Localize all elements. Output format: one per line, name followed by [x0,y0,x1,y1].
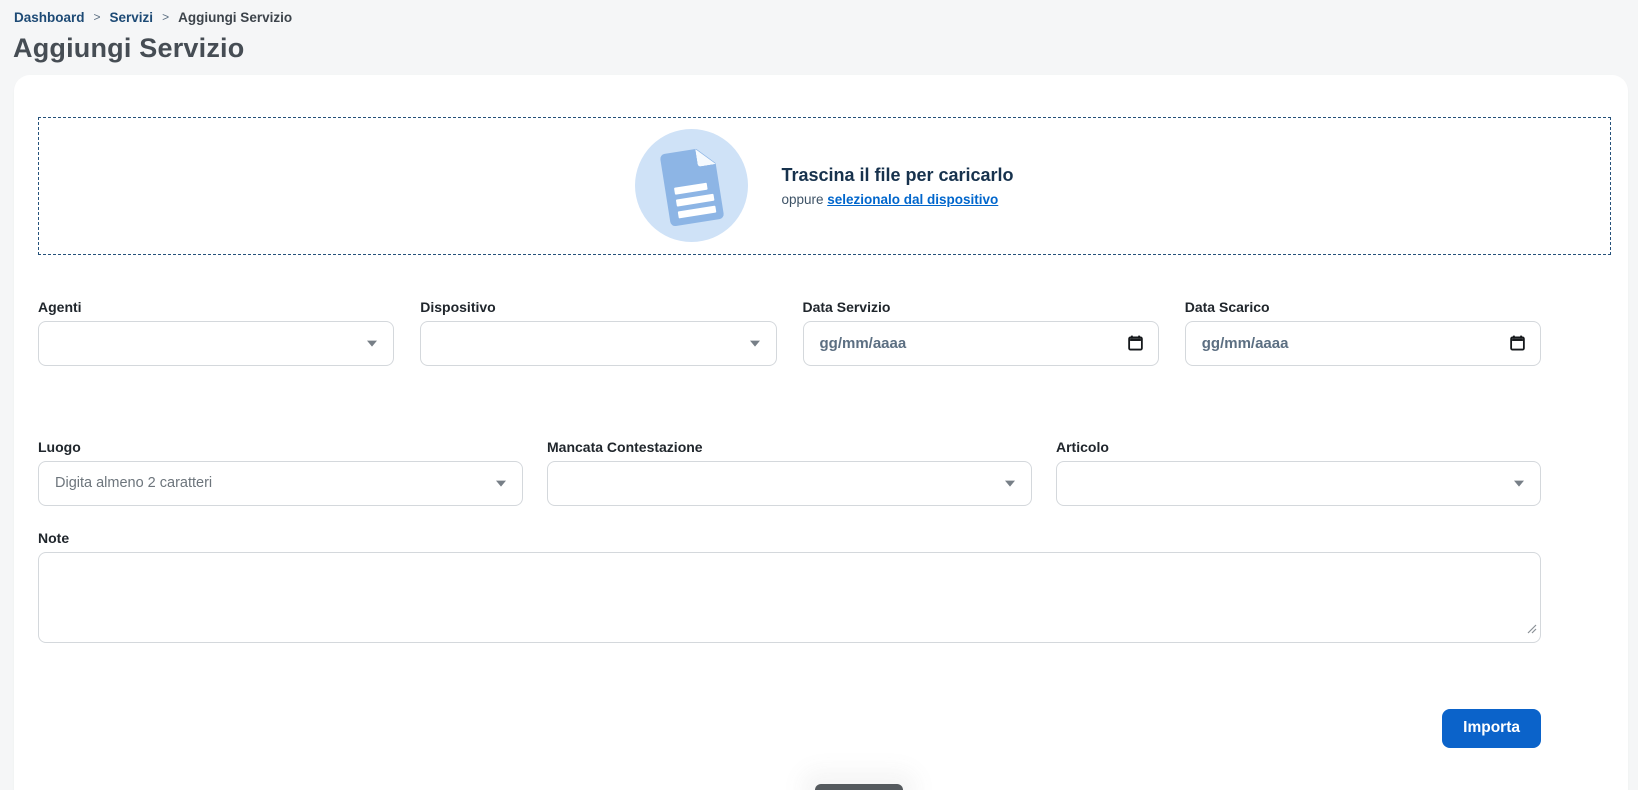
dropzone-title: Trascina il file per caricarlo [781,164,1014,185]
luogo-label: Luogo [38,438,81,455]
dispositivo-select[interactable] [420,320,777,366]
field-agenti: Agenti [38,298,395,366]
agenti-select[interactable] [38,320,395,366]
calendar-icon[interactable] [1509,335,1526,352]
data-servizio-placeholder: gg/mm/aaaa [819,334,907,352]
field-mancata-contestazione: Mancata Contestazione [547,439,1032,506]
chevron-down-icon [749,340,760,347]
data-scarico-input[interactable]: gg/mm/aaaa [1184,320,1541,366]
note-label: Note [38,529,70,546]
form-actions: Importa [38,708,1541,748]
dropzone-subtitle: oppure selezionalo dal dispositivo [781,192,1013,207]
data-servizio-label: Data Servizio [802,298,891,315]
field-luogo: Luogo Digita almeno 2 caratteri [38,439,523,506]
form-area: Agenti Dispositivo Data Servizio gg/mm/a… [38,299,1541,748]
breadcrumb-separator: > [93,9,101,24]
bottom-overlay-pill [815,784,903,790]
chevron-down-icon [367,340,378,347]
articolo-select[interactable] [1056,460,1541,506]
breadcrumb: Dashboard > Servizi > Aggiungi Servizio [0,0,1638,26]
field-data-servizio: Data Servizio gg/mm/aaaa [802,298,1159,366]
data-scarico-label: Data Scarico [1184,298,1270,315]
chevron-down-icon [1005,480,1015,487]
form-card: Trascina il file per caricarlo oppure se… [14,74,1628,790]
calendar-icon[interactable] [1127,335,1144,352]
breadcrumb-separator: > [162,9,170,24]
mancata-contestazione-label: Mancata Contestazione [547,438,703,455]
luogo-combobox[interactable]: Digita almeno 2 caratteri [38,460,523,506]
luogo-placeholder: Digita almeno 2 caratteri [55,475,213,492]
select-file-link[interactable]: selezionalo dal dispositivo [827,192,998,207]
resize-grip-icon[interactable] [1527,621,1537,639]
breadcrumb-link-servizi[interactable]: Servizi [110,10,154,25]
field-note: Note [38,530,1541,643]
data-scarico-placeholder: gg/mm/aaaa [1201,334,1289,352]
agenti-label: Agenti [38,298,82,315]
articolo-label: Articolo [1056,438,1109,455]
chevron-down-icon [496,480,506,487]
breadcrumb-current: Aggiungi Servizio [178,10,293,25]
dispositivo-label: Dispositivo [420,298,496,315]
dropzone-subtitle-prefix: oppure [781,191,824,207]
importa-button[interactable]: Importa [1442,708,1541,748]
file-dropzone[interactable]: Trascina il file per caricarlo oppure se… [38,116,1611,255]
data-servizio-input[interactable]: gg/mm/aaaa [802,320,1159,366]
mancata-contestazione-select[interactable] [547,460,1032,506]
field-articolo: Articolo [1056,439,1541,506]
note-textarea[interactable] [38,551,1541,643]
field-dispositivo: Dispositivo [420,298,777,366]
breadcrumb-link-dashboard[interactable]: Dashboard [14,10,85,25]
field-data-scarico: Data Scarico gg/mm/aaaa [1184,298,1541,366]
page-title: Aggiungi Servizio [13,33,245,63]
chevron-down-icon [1514,480,1524,487]
document-icon [635,129,749,243]
